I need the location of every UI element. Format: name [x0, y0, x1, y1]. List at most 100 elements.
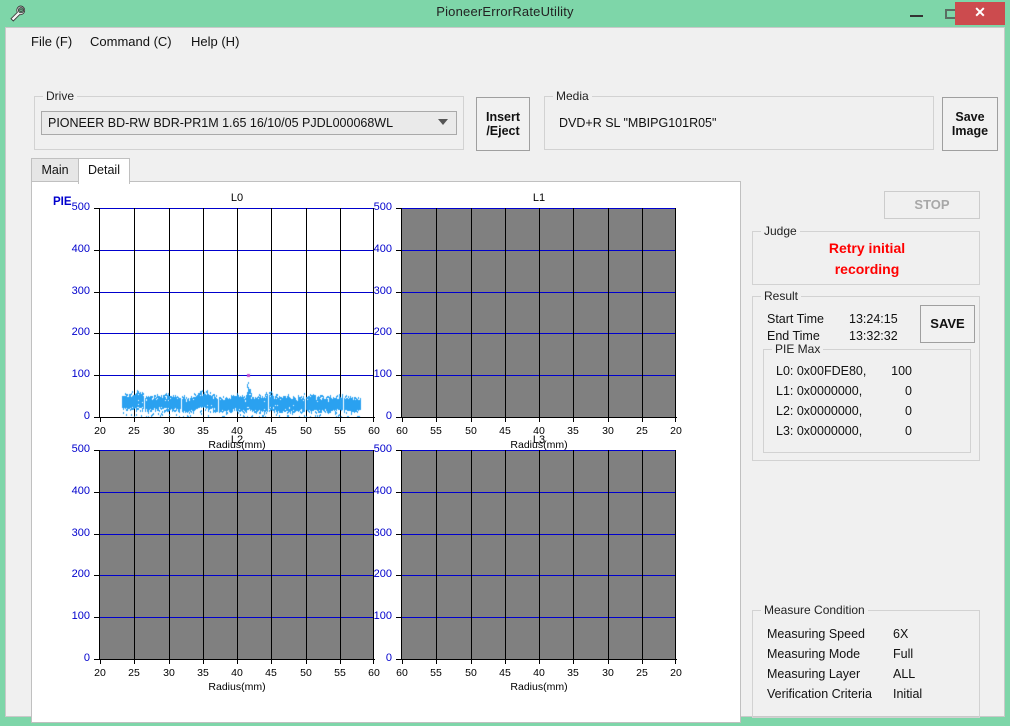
y-tick-label: 500 — [56, 201, 90, 213]
save-image-button[interactable]: Save Image — [942, 97, 998, 151]
plot-area — [100, 450, 374, 659]
y-tick — [396, 292, 402, 293]
gridline-x-2 — [471, 450, 472, 659]
measure-condition-group-label: Measure Condition — [761, 603, 868, 617]
menu-item-help[interactable]: Help (H) — [185, 33, 245, 51]
gridline-x-2 — [169, 450, 170, 659]
drive-select[interactable]: PIONEER BD-RW BDR-PR1M 1.65 16/10/05 PJD… — [41, 111, 457, 135]
plot-area — [402, 208, 676, 417]
gridline-x-7 — [642, 450, 643, 659]
y-tick-label: 400 — [358, 243, 392, 255]
x-tick — [471, 417, 472, 422]
y-tick — [94, 534, 100, 535]
save-button[interactable]: SAVE — [920, 305, 975, 343]
x-tick-label: 35 — [192, 667, 214, 679]
gridline-x-4 — [539, 208, 540, 417]
x-tick — [134, 417, 135, 422]
pie-max-value: 0 — [882, 424, 912, 438]
judge-text-line2: recording — [753, 261, 981, 277]
y-tick — [94, 575, 100, 576]
pie-max-value: 0 — [882, 384, 912, 398]
gridline-x-4 — [237, 450, 238, 659]
x-axis-title: Radius(mm) — [177, 681, 297, 693]
pie-max-value: 100 — [882, 364, 912, 378]
gridline-x-6 — [608, 450, 609, 659]
menu-item-command[interactable]: Command (C) — [84, 33, 178, 51]
stop-button[interactable]: STOP — [884, 191, 980, 219]
x-tick — [402, 417, 403, 422]
close-button[interactable]: ✕ — [955, 2, 1005, 25]
chart-title: L3 — [402, 434, 676, 446]
measure-condition-label: Measuring Mode — [767, 647, 860, 661]
chart-title: L2 — [100, 434, 374, 446]
y-tick — [396, 375, 402, 376]
menu-item-file[interactable]: File (F) — [25, 33, 78, 51]
result-group-label: Result — [761, 289, 801, 303]
x-tick-label: 50 — [295, 667, 317, 679]
gridline-x-1 — [436, 208, 437, 417]
tab-main[interactable]: Main — [31, 158, 79, 182]
measure-condition-value: Full — [893, 647, 913, 661]
chevron-down-icon — [438, 119, 448, 125]
x-tick — [203, 659, 204, 664]
end-time-value: 13:32:32 — [849, 329, 898, 343]
pie-max-address: L1: 0x0000000, — [776, 384, 862, 398]
x-tick-label: 30 — [158, 667, 180, 679]
y-tick-label: 0 — [56, 410, 90, 422]
pie-max-group: PIE Max L0: 0x00FDE80,100L1: 0x0000000,0… — [763, 349, 971, 453]
y-tick-label: 500 — [358, 443, 392, 455]
x-tick — [608, 417, 609, 422]
gridline-x-3 — [203, 450, 204, 659]
y-tick-label: 200 — [56, 568, 90, 580]
y-tick-label: 100 — [358, 610, 392, 622]
x-tick — [237, 417, 238, 422]
x-tick — [306, 659, 307, 664]
x-tick — [539, 417, 540, 422]
y-axis-line — [99, 450, 100, 659]
y-tick — [396, 617, 402, 618]
y-tick-label: 300 — [358, 285, 392, 297]
x-tick — [271, 659, 272, 664]
y-tick-label: 400 — [358, 485, 392, 497]
x-tick-label: 30 — [597, 667, 619, 679]
gridline-x-8 — [675, 450, 676, 659]
y-axis-line — [401, 208, 402, 417]
drive-select-value: PIONEER BD-RW BDR-PR1M 1.65 16/10/05 PJD… — [48, 116, 393, 130]
y-tick-label: 0 — [358, 410, 392, 422]
y-tick-label: 300 — [56, 285, 90, 297]
pie-max-address: L0: 0x00FDE80, — [776, 364, 866, 378]
x-tick — [402, 659, 403, 664]
x-tick — [539, 659, 540, 664]
y-tick — [94, 333, 100, 334]
y-tick — [94, 208, 100, 209]
measure-condition-group: Measure Condition Measuring Speed6XMeasu… — [752, 610, 980, 718]
gridline-x-5 — [573, 450, 574, 659]
x-tick — [340, 659, 341, 664]
x-tick — [642, 417, 643, 422]
gridline-x-5 — [271, 450, 272, 659]
x-tick-label: 45 — [260, 667, 282, 679]
y-tick-label: 400 — [56, 243, 90, 255]
x-tick — [271, 417, 272, 422]
insert-eject-button[interactable]: Insert /Eject — [476, 97, 530, 151]
pie-max-value: 0 — [882, 404, 912, 418]
x-tick — [505, 417, 506, 422]
minimize-button[interactable] — [903, 0, 933, 27]
x-tick-label: 60 — [391, 667, 413, 679]
end-time-label: End Time — [767, 329, 820, 343]
x-tick — [340, 417, 341, 422]
gridline-x-1 — [436, 450, 437, 659]
save-image-line2: Image — [952, 124, 988, 138]
chart-l1: L10100200300400500605550454035302520Radi… — [356, 192, 676, 453]
x-tick — [471, 659, 472, 664]
plot-area — [402, 450, 676, 659]
application-window: PioneerErrorRateUtility ✕ File (F) Comma… — [0, 0, 1010, 726]
tab-detail[interactable]: Detail — [78, 158, 130, 184]
y-tick-label: 500 — [358, 201, 392, 213]
y-tick — [94, 450, 100, 451]
y-tick-label: 100 — [358, 368, 392, 380]
measure-condition-value: 6X — [893, 627, 908, 641]
x-tick-label: 40 — [528, 667, 550, 679]
x-tick — [436, 659, 437, 664]
y-tick-label: 200 — [358, 568, 392, 580]
